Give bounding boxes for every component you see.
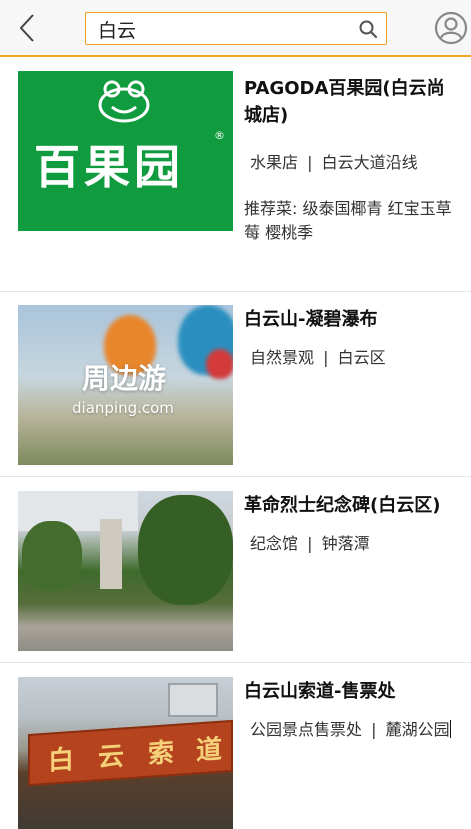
result-area: 钟落潭 [321, 534, 370, 553]
result-recommend: 推荐菜: 级泰国椰青 红宝玉草莓 樱桃季 [244, 197, 461, 245]
tree-shape [138, 495, 233, 605]
chevron-left-icon [19, 14, 34, 42]
result-area: 白云大道沿线 [321, 153, 418, 172]
result-area: 白云区 [337, 348, 386, 367]
result-thumbnail [18, 491, 233, 651]
window-shape [168, 683, 218, 717]
meta-separator: | [307, 153, 313, 172]
text-cursor [449, 720, 451, 738]
search-box[interactable] [85, 12, 387, 45]
result-area: 麓湖公园 [385, 720, 450, 739]
sign-char: 白 [48, 744, 75, 777]
back-button[interactable] [12, 8, 42, 48]
result-meta: 自然景观 | 白云区 [244, 346, 461, 370]
results-list: 百果园 ® PAGODA百果园(白云尚城店) 水果店 | 白云大道沿线 推荐菜:… [0, 59, 471, 829]
result-meta: 纪念馆 | 钟落潭 [244, 532, 461, 556]
result-thumbnail: 白 云 索 道 [18, 677, 233, 829]
result-title: 革命烈士纪念碑(白云区) [244, 495, 441, 516]
result-item[interactable]: 周边游 dianping.com 白云山-凝碧瀑布 自然景观 | 白云区 [0, 292, 471, 477]
result-title: 白云山-凝碧瀑布 [244, 309, 378, 330]
search-input[interactable] [98, 17, 348, 41]
search-icon[interactable] [358, 19, 378, 39]
result-item[interactable]: 革命烈士纪念碑(白云区) 纪念馆 | 钟落潭 [0, 477, 471, 663]
result-category: 自然景观 [250, 348, 315, 367]
result-thumbnail: 周边游 dianping.com [18, 305, 233, 465]
result-title: PAGODA百果园(白云尚城店) [244, 78, 445, 126]
frog-logo-icon [98, 80, 150, 123]
user-circle-icon[interactable] [434, 10, 468, 46]
recommend-label: 推荐菜: [244, 199, 298, 218]
storefront-sign: 白 云 索 道 [28, 719, 233, 787]
result-thumbnail: 百果园 ® [18, 71, 233, 231]
meta-separator: | [371, 720, 377, 739]
pagoda-logo: 百果园 ® [18, 71, 233, 231]
overlay-url: dianping.com [72, 399, 174, 417]
travel-image: 周边游 dianping.com [18, 305, 233, 465]
result-category: 公园景点售票处 [250, 720, 363, 739]
meta-separator: | [307, 534, 313, 553]
monument-shape [100, 519, 122, 589]
tree-shape [22, 521, 82, 591]
result-item[interactable]: 白 云 索 道 白云山索道-售票处 公园景点售票处 | 麓湖公园 [0, 663, 471, 829]
balloon-shape [206, 349, 233, 379]
result-category: 纪念馆 [250, 534, 299, 553]
sign-char: 云 [98, 741, 125, 774]
meta-separator: | [323, 348, 329, 367]
monument-image [18, 491, 233, 651]
cableway-image: 白 云 索 道 [18, 677, 233, 829]
overlay-title: 周边游 [82, 362, 167, 395]
result-title: 白云山索道-售票处 [244, 681, 396, 702]
top-bar [0, 0, 471, 57]
registered-mark: ® [214, 129, 225, 142]
sign-char: 道 [196, 734, 223, 767]
logo-text: 百果园 [34, 140, 184, 194]
result-meta: 公园景点售票处 | 麓湖公园 [244, 718, 461, 742]
result-meta: 水果店 | 白云大道沿线 [244, 151, 461, 175]
sign-char: 索 [148, 737, 175, 770]
result-item[interactable]: 百果园 ® PAGODA百果园(白云尚城店) 水果店 | 白云大道沿线 推荐菜:… [0, 59, 471, 292]
result-category: 水果店 [250, 153, 299, 172]
